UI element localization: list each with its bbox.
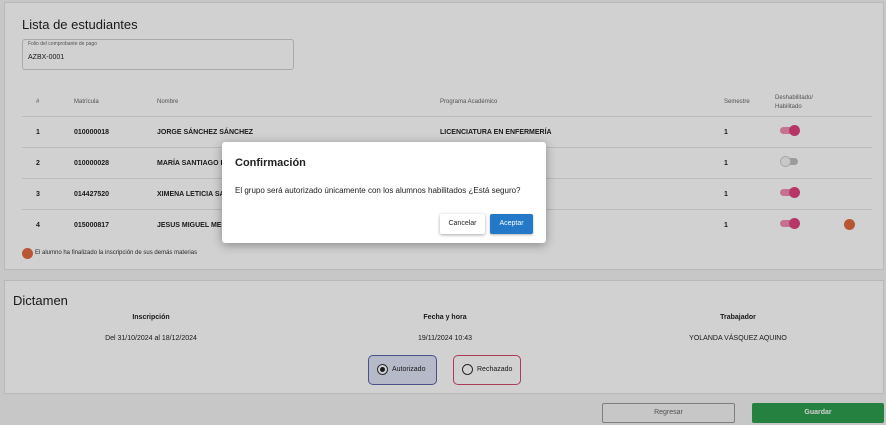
dialog-title: Confirmación [235, 157, 306, 169]
accept-button[interactable]: Aceptar [490, 214, 533, 234]
confirmation-dialog: Confirmación El grupo será autorizado ún… [222, 142, 546, 243]
cancel-button[interactable]: Cancelar [440, 214, 485, 234]
dialog-message: El grupo será autorizado únicamente con … [235, 186, 521, 195]
